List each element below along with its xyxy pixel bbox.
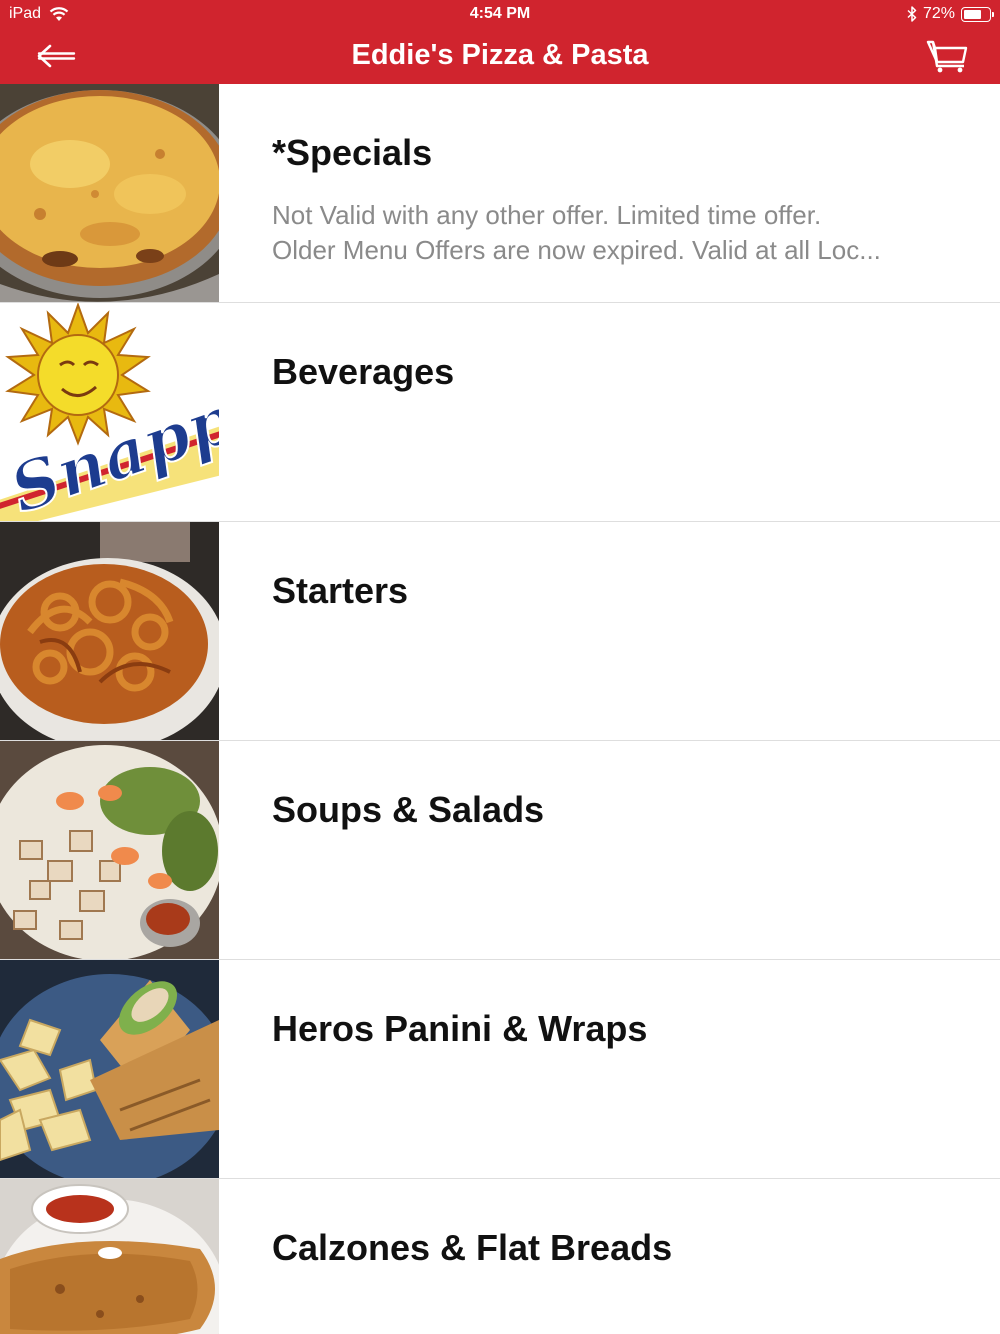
status-bar: iPad 4:54 PM 72% xyxy=(0,0,1000,28)
heros-panini-wraps-thumbnail xyxy=(0,960,219,1178)
beverages-thumbnail: Snapple xyxy=(0,303,219,521)
status-right: 72% xyxy=(907,5,994,23)
battery-cap xyxy=(992,11,994,17)
wrap-image xyxy=(0,960,219,1178)
bluetooth-icon xyxy=(907,6,917,22)
category-title: Calzones & Flat Breads xyxy=(272,1227,673,1268)
category-row-soups-salads[interactable]: Soups & Salads xyxy=(0,741,1000,960)
category-title: Beverages xyxy=(272,351,455,392)
category-title: *Specials xyxy=(272,132,433,173)
app-header: iPad 4:54 PM 72% Eddie's Pizza & Pasta xyxy=(0,0,1000,84)
category-description: Not Valid with any other offer. Limited … xyxy=(272,198,962,268)
specials-thumbnail xyxy=(0,84,219,302)
soups-salads-thumbnail xyxy=(0,741,219,959)
category-title: Soups & Salads xyxy=(272,789,545,830)
battery-percent: 72% xyxy=(922,5,955,22)
curly-fries-image xyxy=(0,522,219,740)
salad-image xyxy=(0,741,219,959)
cart-icon xyxy=(926,40,968,73)
calzone-image xyxy=(0,1179,219,1334)
category-row-heros-panini-wraps[interactable]: Heros Panini & Wraps xyxy=(0,960,1000,1179)
nav-bar: Eddie's Pizza & Pasta xyxy=(0,28,1000,84)
category-list: *Specials Not Valid with any other offer… xyxy=(0,84,1000,1334)
category-row-beverages[interactable]: Snapple Beverages xyxy=(0,303,1000,522)
category-row-calzones-flat-breads[interactable]: Calzones & Flat Breads xyxy=(0,1179,1000,1334)
category-row-specials[interactable]: *Specials Not Valid with any other offer… xyxy=(0,84,1000,303)
description-line-2: Older Menu Offers are now expired. Valid… xyxy=(272,235,881,265)
pizza-image xyxy=(0,84,219,302)
category-row-starters[interactable]: Starters xyxy=(0,522,1000,741)
snapple-logo-image: Snapple xyxy=(0,303,219,521)
cart-button[interactable] xyxy=(926,36,970,76)
calzones-flat-breads-thumbnail xyxy=(0,1179,219,1334)
battery-icon xyxy=(961,6,994,22)
starters-thumbnail xyxy=(0,522,219,740)
status-time: 4:54 PM xyxy=(469,5,531,22)
battery-fill xyxy=(964,9,981,19)
category-title: Starters xyxy=(272,570,409,611)
page-title: Eddie's Pizza & Pasta xyxy=(351,39,649,71)
description-line-1: Not Valid with any other offer. Limited … xyxy=(272,200,822,230)
category-title: Heros Panini & Wraps xyxy=(272,1008,648,1049)
